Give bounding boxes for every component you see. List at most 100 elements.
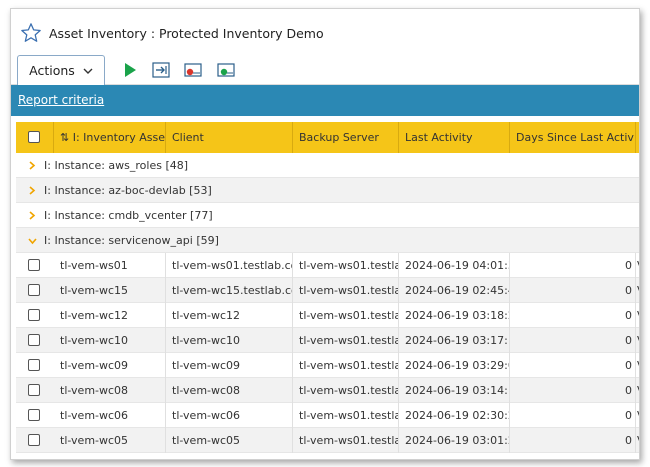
row-checkbox[interactable]	[28, 434, 40, 446]
page-title: Asset Inventory : Protected Inventory De…	[49, 26, 324, 41]
cell-asset: tl-vem-wc06	[54, 403, 166, 428]
sort-icon: ⇅	[60, 131, 70, 144]
row-checkbox[interactable]	[28, 284, 40, 296]
row-checkbox[interactable]	[28, 309, 40, 321]
cell-days: 0	[510, 278, 636, 303]
export-icon[interactable]	[152, 62, 170, 78]
report-criteria-bar: Report criteria	[11, 85, 639, 116]
chevron-down-icon	[83, 68, 93, 74]
cell-client: tl-vem-wc05	[166, 428, 293, 453]
cell-overflow: V	[636, 378, 639, 403]
cell-asset: tl-vem-ws01	[54, 253, 166, 278]
row-checkbox[interactable]	[28, 334, 40, 346]
table-row[interactable]: tl-vem-wc09 tl-vem-wc09 tl-vem-ws01.test…	[16, 353, 639, 378]
cell-last-activity: 2024-06-19 02:30:23	[399, 403, 510, 428]
chevron-right-icon[interactable]	[28, 186, 36, 195]
row-checkbox[interactable]	[28, 359, 40, 371]
cell-backup-server: tl-vem-ws01.testla	[293, 378, 399, 403]
group-row-cmdb-vcenter[interactable]: I: Instance: cmdb_vcenter [77]	[16, 203, 639, 228]
group-label: I: Instance: aws_roles [48]	[44, 159, 189, 172]
schedule-icon[interactable]	[217, 62, 235, 78]
table-row[interactable]: tl-vem-wc12 tl-vem-wc12 tl-vem-ws01.test…	[16, 303, 639, 328]
column-header-last-activity[interactable]: Last Activity	[399, 122, 510, 153]
cell-backup-server: tl-vem-ws01.testla	[293, 403, 399, 428]
table-row[interactable]: tl-vem-wc10 tl-vem-wc10 tl-vem-ws01.test…	[16, 328, 639, 353]
select-all-checkbox[interactable]	[28, 131, 40, 143]
cell-asset: tl-vem-wc05	[54, 428, 166, 453]
cell-last-activity: 2024-06-19 03:18:21	[399, 303, 510, 328]
report-criteria-link[interactable]: Report criteria	[18, 93, 104, 107]
column-header-inventory-asset[interactable]: ⇅ I: Inventory Asset	[54, 122, 166, 153]
cell-overflow: V	[636, 253, 639, 278]
cell-days: 0	[510, 303, 636, 328]
cell-days: 0	[510, 403, 636, 428]
group-row-servicenow-api[interactable]: I: Instance: servicenow_api [59]	[16, 228, 639, 253]
column-label: Last Activity	[405, 131, 473, 144]
cell-last-activity: 2024-06-19 04:01:38	[399, 253, 510, 278]
table-row[interactable]: tl-vem-wc08 tl-vem-wc08 tl-vem-ws01.test…	[16, 378, 639, 403]
table-row[interactable]: tl-vem-wc15 tl-vem-wc15.testlab.com tl-v…	[16, 278, 639, 303]
group-label: I: Instance: cmdb_vcenter [77]	[44, 209, 213, 222]
cell-backup-server: tl-vem-ws01.testla	[293, 278, 399, 303]
chevron-right-icon[interactable]	[28, 211, 36, 220]
cell-asset: tl-vem-wc09	[54, 353, 166, 378]
inventory-table: ⇅ I: Inventory Asset Client Backup Serve…	[16, 122, 639, 459]
star-outline-icon[interactable]	[20, 22, 42, 44]
cell-backup-server: tl-vem-ws01.testla	[293, 428, 399, 453]
cell-last-activity: 2024-06-19 03:14:12	[399, 378, 510, 403]
column-label: I: Inventory Asset	[72, 131, 166, 144]
table-header: ⇅ I: Inventory Asset Client Backup Serve…	[16, 122, 639, 153]
table-row[interactable]: tl-vem-ws01 tl-vem-ws01.testlab.com tl-v…	[16, 253, 639, 278]
column-label: Days Since Last Activity	[516, 131, 636, 144]
cell-backup-server: tl-vem-ws01.testla	[293, 303, 399, 328]
cell-backup-server: tl-vem-ws01.testla	[293, 253, 399, 278]
cell-backup-server: tl-vem-ws01.testla	[293, 353, 399, 378]
run-icon[interactable]	[121, 62, 139, 78]
cell-asset: tl-vem-wc12	[54, 303, 166, 328]
column-header-days-since-last-activity[interactable]: Days Since Last Activity	[510, 122, 636, 153]
cell-client: tl-vem-wc10	[166, 328, 293, 353]
app-window: Asset Inventory : Protected Inventory De…	[10, 8, 640, 460]
row-checkbox[interactable]	[28, 259, 40, 271]
group-row-az-boc-devlab[interactable]: I: Instance: az-boc-devlab [53]	[16, 178, 639, 203]
chevron-right-icon[interactable]	[28, 161, 36, 170]
cell-overflow: V	[636, 353, 639, 378]
column-header-overflow	[636, 122, 639, 153]
cell-last-activity: 2024-06-19 03:17:18	[399, 328, 510, 353]
column-header-backup-server[interactable]: Backup Server	[293, 122, 399, 153]
cell-asset: tl-vem-wc08	[54, 378, 166, 403]
toolbar: Actions	[11, 55, 639, 85]
group-label: I: Instance: az-boc-devlab [53]	[44, 184, 212, 197]
cell-days: 0	[510, 428, 636, 453]
cell-client: tl-vem-ws01.testlab.com	[166, 253, 293, 278]
title-bar: Asset Inventory : Protected Inventory De…	[11, 9, 639, 57]
table-row[interactable]: tl-vem-wc05 tl-vem-wc05 tl-vem-ws01.test…	[16, 428, 639, 453]
cell-client: tl-vem-wc06	[166, 403, 293, 428]
actions-label: Actions	[29, 63, 75, 78]
cell-overflow: V	[636, 303, 639, 328]
row-checkbox[interactable]	[28, 384, 40, 396]
column-label: Client	[172, 131, 204, 144]
cell-client: tl-vem-wc08	[166, 378, 293, 403]
cell-backup-server: tl-vem-ws01.testla	[293, 328, 399, 353]
cell-last-activity: 2024-06-19 02:45:46	[399, 278, 510, 303]
actions-button[interactable]: Actions	[17, 55, 105, 85]
cell-client: tl-vem-wc15.testlab.com	[166, 278, 293, 303]
email-icon[interactable]	[184, 62, 202, 78]
cell-asset: tl-vem-wc10	[54, 328, 166, 353]
cell-last-activity: 2024-06-19 03:01:20	[399, 428, 510, 453]
cell-days: 0	[510, 353, 636, 378]
cell-days: 0	[510, 378, 636, 403]
chevron-down-icon[interactable]	[28, 237, 37, 245]
column-header-client[interactable]: Client	[166, 122, 293, 153]
cell-days: 0	[510, 253, 636, 278]
table-row[interactable]: tl-vem-wc06 tl-vem-wc06 tl-vem-ws01.test…	[16, 403, 639, 428]
cell-overflow: V	[636, 403, 639, 428]
cell-client: tl-vem-wc09	[166, 353, 293, 378]
row-checkbox[interactable]	[28, 409, 40, 421]
cell-overflow: V	[636, 328, 639, 353]
group-row-aws-roles[interactable]: I: Instance: aws_roles [48]	[16, 153, 639, 178]
cell-overflow: V	[636, 428, 639, 453]
column-label: Backup Server	[299, 131, 379, 144]
group-label: I: Instance: servicenow_api [59]	[44, 234, 219, 247]
